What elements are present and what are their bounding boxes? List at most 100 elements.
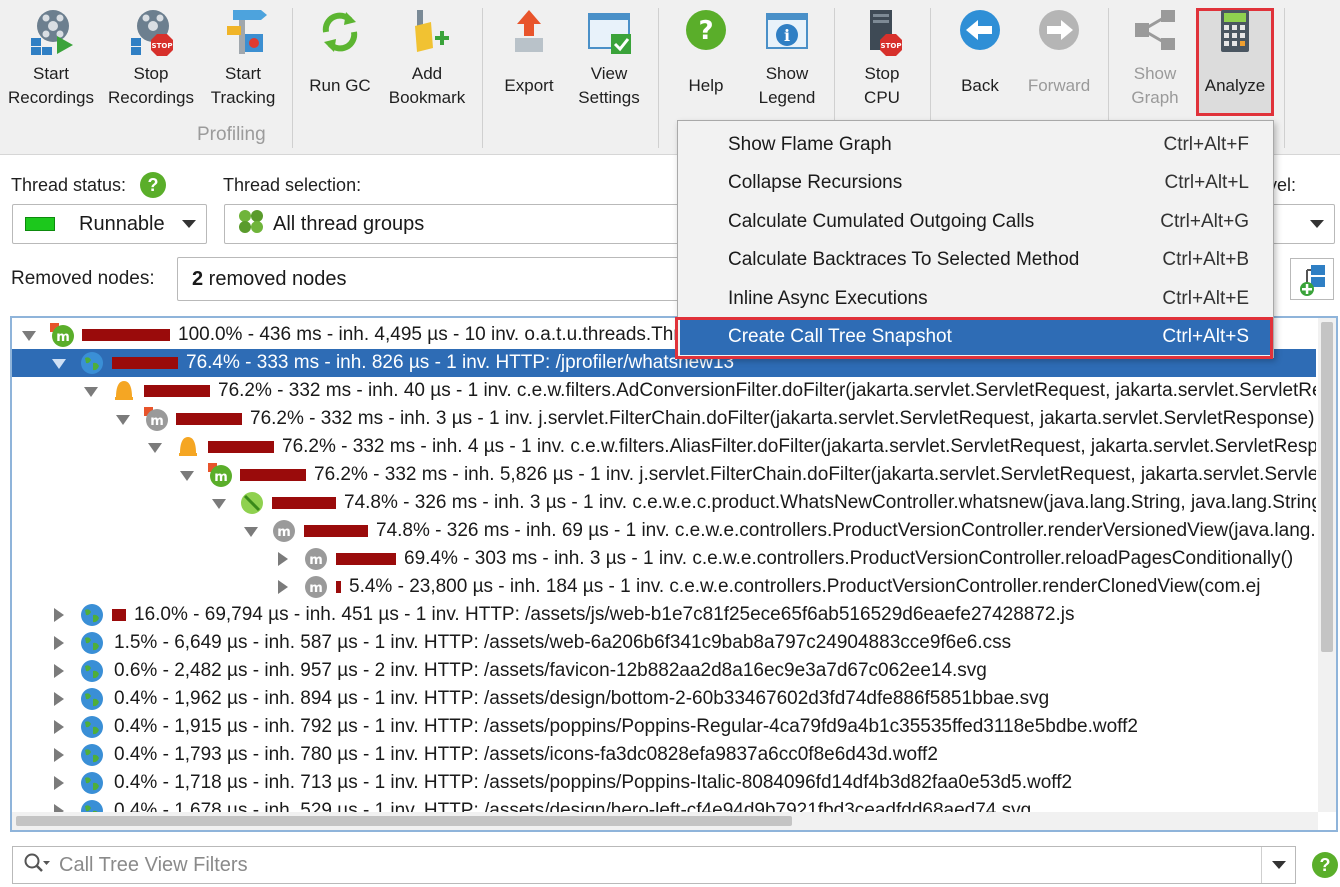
- back-button[interactable]: Back: [948, 8, 1012, 118]
- add-bookmark-icon: [403, 8, 451, 56]
- tree-row[interactable]: m 74.8% - 326 ms - inh. 69 µs - 1 inv. c…: [12, 517, 1316, 545]
- expand-toggle-icon[interactable]: [54, 664, 64, 678]
- stop-recordings-button[interactable]: STOP Stop Recordings: [106, 8, 196, 118]
- scrollbar-thumb[interactable]: [16, 816, 792, 826]
- removed-nodes-field[interactable]: 2 removed nodes: [177, 257, 680, 301]
- tree-row[interactable]: 76.2% - 332 ms - inh. 40 µs - 1 inv. c.e…: [12, 377, 1316, 405]
- expand-toggle-icon[interactable]: [54, 720, 64, 734]
- time-bar: [144, 385, 210, 397]
- expand-toggle-icon[interactable]: [22, 331, 36, 341]
- analyze-button[interactable]: Analyze: [1199, 8, 1271, 118]
- start-recordings-button[interactable]: Start Recordings: [6, 8, 96, 118]
- thread-status-help-icon[interactable]: ?: [140, 172, 166, 198]
- svg-text:STOP: STOP: [881, 42, 902, 50]
- filter-help-icon[interactable]: ?: [1312, 852, 1338, 878]
- tree-row[interactable]: 0.4% - 1,915 µs - inh. 792 µs - 1 inv. H…: [12, 713, 1316, 741]
- expand-toggle-icon[interactable]: [54, 692, 64, 706]
- expand-toggle-icon[interactable]: [244, 527, 258, 537]
- graph-icon: [1131, 8, 1179, 56]
- forward-button[interactable]: Forward: [1022, 8, 1096, 118]
- stop-cpu-button[interactable]: STOP Stop CPU: [846, 8, 918, 118]
- tree-view-options-button[interactable]: [1290, 258, 1334, 300]
- expand-toggle-icon[interactable]: [278, 580, 288, 594]
- show-legend-button[interactable]: i Show Legend: [750, 8, 824, 118]
- tree-row[interactable]: 74.8% - 326 ms - inh. 3 µs - 1 inv. c.e.…: [12, 489, 1316, 517]
- svg-text:m: m: [309, 553, 323, 568]
- expand-toggle-icon[interactable]: [212, 499, 226, 509]
- filter-dropdown-button[interactable]: [1261, 847, 1295, 883]
- menu-item-cumulated-outgoing-calls[interactable]: Calculate Cumulated Outgoing Calls Ctrl+…: [680, 204, 1271, 240]
- menu-item-show-flame-graph[interactable]: Show Flame Graph Ctrl+Alt+F: [680, 127, 1271, 163]
- expand-toggle-icon[interactable]: [54, 748, 64, 762]
- method-node-icon: m: [304, 547, 328, 571]
- toolbar-separator: [658, 8, 659, 148]
- help-button[interactable]: ? Help: [676, 8, 736, 118]
- start-tracking-icon: [219, 8, 267, 56]
- menu-item-collapse-recursions[interactable]: Collapse Recursions Ctrl+Alt+L: [680, 165, 1271, 201]
- tree-row[interactable]: 0.4% - 1,793 µs - inh. 780 µs - 1 inv. H…: [12, 741, 1316, 769]
- toolbar-separator: [482, 8, 483, 148]
- expand-toggle-icon[interactable]: [180, 471, 194, 481]
- filter-bell-icon: [112, 379, 136, 403]
- tree-row[interactable]: 0.6% - 2,482 µs - inh. 957 µs - 2 inv. H…: [12, 657, 1316, 685]
- level-dropdown[interactable]: [1272, 204, 1335, 244]
- method-node-icon: m: [272, 519, 296, 543]
- svg-text:?: ?: [698, 16, 713, 46]
- run-gc-button[interactable]: Run GC: [302, 8, 378, 118]
- time-bar: [112, 357, 178, 369]
- call-tree-filter-input[interactable]: Call Tree View Filters: [12, 846, 1296, 884]
- globe-icon: [80, 687, 104, 711]
- tree-row[interactable]: m 76.2% - 332 ms - inh. 5,826 µs - 1 inv…: [12, 461, 1316, 489]
- time-bar: [336, 553, 396, 565]
- chevron-down-icon: [182, 220, 196, 228]
- expand-toggle-icon[interactable]: [52, 359, 66, 369]
- show-graph-button[interactable]: Show Graph: [1118, 8, 1192, 118]
- controller-icon: [240, 491, 264, 515]
- expand-toggle-icon[interactable]: [84, 387, 98, 397]
- stop-cpu-icon: STOP: [858, 8, 906, 56]
- svg-text:m: m: [56, 330, 70, 345]
- time-bar: [208, 441, 274, 453]
- calculator-icon: [1211, 8, 1259, 56]
- view-settings-button[interactable]: View Settings: [570, 8, 648, 118]
- expand-toggle-icon[interactable]: [278, 552, 288, 566]
- tree-row[interactable]: m 69.4% - 303 ms - inh. 3 µs - 1 inv. c.…: [12, 545, 1316, 573]
- tree-row[interactable]: m 5.4% - 23,800 µs - inh. 184 µs - 1 inv…: [12, 573, 1316, 601]
- tree-row[interactable]: 1.5% - 6,649 µs - inh. 587 µs - 1 inv. H…: [12, 629, 1316, 657]
- expand-toggle-icon[interactable]: [148, 443, 162, 453]
- menu-item-highlight: [675, 317, 1273, 359]
- scrollbar-thumb[interactable]: [1321, 322, 1333, 652]
- time-bar: [240, 469, 306, 481]
- menu-item-inline-async[interactable]: Inline Async Executions Ctrl+Alt+E: [680, 281, 1271, 317]
- vertical-scrollbar[interactable]: [1318, 318, 1336, 812]
- start-recordings-icon: [27, 8, 75, 56]
- tree-row[interactable]: 76.2% - 332 ms - inh. 4 µs - 1 inv. c.e.…: [12, 433, 1316, 461]
- export-button[interactable]: Export: [494, 8, 564, 118]
- expand-toggle-icon[interactable]: [54, 608, 64, 622]
- horizontal-scrollbar[interactable]: [12, 812, 1318, 830]
- globe-icon: [80, 743, 104, 767]
- start-tracking-button[interactable]: Start Tracking: [198, 8, 288, 118]
- tree-row[interactable]: 16.0% - 69,794 µs - inh. 451 µs - 1 inv.…: [12, 601, 1316, 629]
- tree-row[interactable]: 0.4% - 1,718 µs - inh. 713 µs - 1 inv. H…: [12, 769, 1316, 797]
- export-icon: [505, 8, 553, 56]
- tree-row[interactable]: 0.4% - 1,962 µs - inh. 894 µs - 1 inv. H…: [12, 685, 1316, 713]
- add-bookmark-button[interactable]: Add Bookmark: [384, 8, 470, 118]
- expand-toggle-icon[interactable]: [54, 776, 64, 790]
- svg-text:i: i: [784, 26, 790, 45]
- expand-toggle-icon[interactable]: [54, 636, 64, 650]
- call-tree[interactable]: m 100.0% - 436 ms - inh. 4,495 µs - 10 i…: [10, 316, 1338, 832]
- thread-selection-dropdown[interactable]: All thread groups: [224, 204, 680, 244]
- expand-toggle-icon[interactable]: [116, 415, 130, 425]
- svg-text:m: m: [150, 414, 164, 429]
- search-icon: [23, 852, 51, 879]
- legend-icon: i: [763, 8, 811, 56]
- menu-item-backtraces[interactable]: Calculate Backtraces To Selected Method …: [680, 242, 1271, 278]
- thread-status-dropdown[interactable]: Runnable: [12, 204, 207, 244]
- profiling-group-label: Profiling: [197, 124, 266, 145]
- help-icon: ?: [682, 8, 730, 56]
- toolbar-separator: [1284, 8, 1285, 148]
- tree-options-icon: [1300, 265, 1325, 296]
- time-bar: [176, 413, 242, 425]
- tree-row[interactable]: m 76.2% - 332 ms - inh. 3 µs - 1 inv. j.…: [12, 405, 1316, 433]
